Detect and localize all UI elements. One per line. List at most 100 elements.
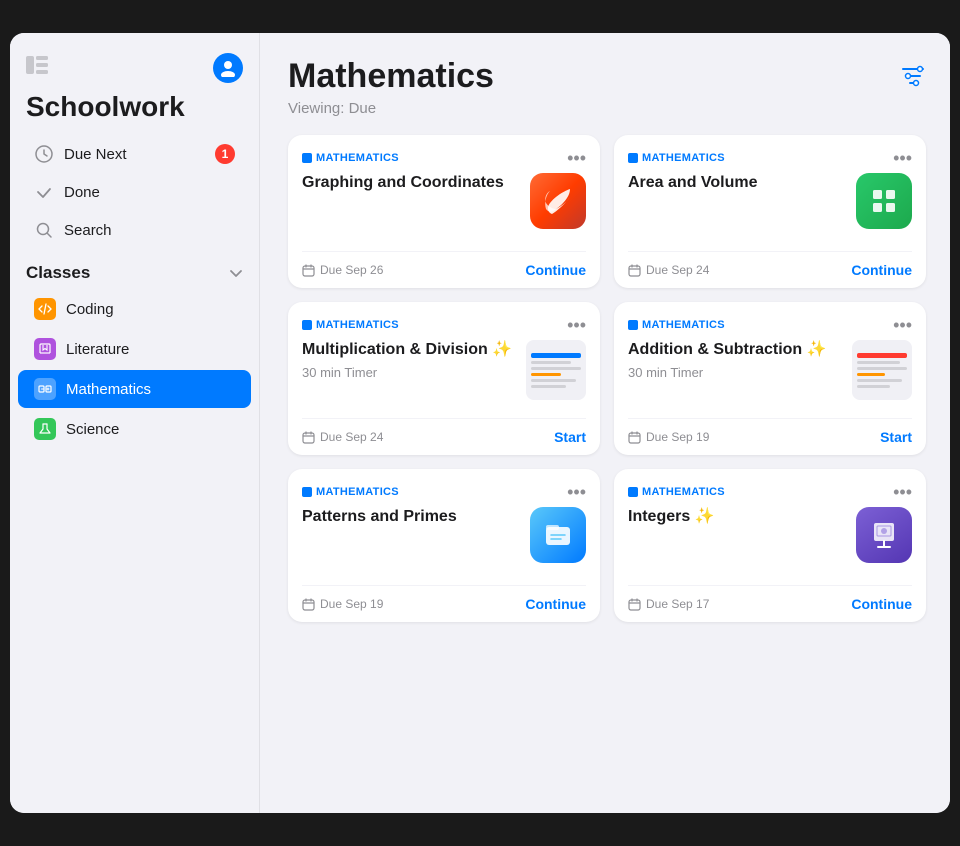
mathematics-subject-icon4	[628, 320, 638, 330]
card-multiplication-footer: Due Sep 24 Start	[302, 418, 586, 445]
nav-item-done[interactable]: Done	[18, 174, 251, 210]
card-patterns-more-button[interactable]: •••	[567, 483, 586, 501]
classes-section-title: Classes	[26, 263, 90, 283]
coding-label: Coding	[66, 301, 114, 318]
clock-icon	[34, 144, 54, 164]
sidebar-item-literature[interactable]: Literature	[18, 330, 251, 368]
card-patterns-info: Patterns and Primes	[302, 507, 520, 532]
card-integers-body: Integers ✨	[628, 507, 912, 575]
mathematics-subject-icon6	[628, 487, 638, 497]
calendar-icon4	[628, 431, 641, 444]
done-label: Done	[64, 184, 100, 201]
card-area-volume-body: Area and Volume	[628, 173, 912, 241]
card-area-volume-info: Area and Volume	[628, 173, 846, 198]
calendar-icon5	[302, 598, 315, 611]
card-integers-subject: MATHEMATICS	[628, 486, 725, 498]
main-content: Mathematics Viewing: Due MATHEMATICS	[260, 33, 950, 813]
card-patterns-footer: Due Sep 19 Continue	[302, 585, 586, 612]
mathematics-subject-icon3	[302, 320, 312, 330]
card-patterns-action-button[interactable]: Continue	[525, 596, 586, 612]
filter-button[interactable]	[900, 65, 926, 93]
card-area-volume-footer: Due Sep 24 Continue	[628, 251, 912, 278]
card-integers-header: MATHEMATICS •••	[628, 483, 912, 501]
card-patterns: MATHEMATICS ••• Patterns and Primes	[288, 469, 600, 622]
sidebar-item-mathematics[interactable]: Mathematics	[18, 370, 251, 408]
card-addition-title: Addition & Subtraction ✨	[628, 340, 842, 361]
card-integers-info: Integers ✨	[628, 507, 846, 532]
mathematics-label: Mathematics	[66, 381, 151, 398]
card-addition-subject: MATHEMATICS	[628, 319, 725, 331]
calendar-icon	[302, 264, 315, 277]
sidebar: Schoolwork Due Next 1 Done	[10, 33, 260, 813]
card-patterns-header: MATHEMATICS •••	[302, 483, 586, 501]
card-area-volume: MATHEMATICS ••• Area and Volume	[614, 135, 926, 288]
card-integers-due: Due Sep 17	[628, 597, 709, 611]
science-label: Science	[66, 421, 119, 438]
multiplication-thumbnail	[526, 340, 586, 400]
cards-grid: MATHEMATICS ••• Graphing and Coordinates	[288, 135, 926, 622]
sidebar-header	[10, 53, 259, 91]
card-multiplication-subtitle: 30 min Timer	[302, 365, 516, 380]
classes-section-header: Classes	[10, 249, 259, 289]
calendar-icon3	[302, 431, 315, 444]
card-area-volume-action-button[interactable]: Continue	[851, 262, 912, 278]
card-addition-info: Addition & Subtraction ✨ 30 min Timer	[628, 340, 842, 380]
card-integers-title: Integers ✨	[628, 507, 846, 528]
card-area-volume-due: Due Sep 24	[628, 263, 709, 277]
card-integers-footer: Due Sep 17 Continue	[628, 585, 912, 612]
card-integers-action-button[interactable]: Continue	[851, 596, 912, 612]
chevron-down-icon[interactable]	[229, 266, 243, 281]
sidebar-item-science[interactable]: Science	[18, 410, 251, 448]
card-addition-more-button[interactable]: •••	[893, 316, 912, 334]
card-area-volume-header: MATHEMATICS •••	[628, 149, 912, 167]
card-multiplication: MATHEMATICS ••• Multiplication & Divisio…	[288, 302, 600, 455]
card-addition-action-button[interactable]: Start	[880, 429, 912, 445]
card-patterns-title: Patterns and Primes	[302, 507, 520, 528]
card-graphing-action-button[interactable]: Continue	[525, 262, 586, 278]
due-next-badge: 1	[215, 144, 235, 164]
calendar-icon2	[628, 264, 641, 277]
card-multiplication-body: Multiplication & Division ✨ 30 min Timer	[302, 340, 586, 408]
card-graphing-info: Graphing and Coordinates	[302, 173, 520, 198]
card-graphing-header: MATHEMATICS •••	[302, 149, 586, 167]
card-addition-header: MATHEMATICS •••	[628, 316, 912, 334]
card-patterns-body: Patterns and Primes	[302, 507, 586, 575]
calendar-icon6	[628, 598, 641, 611]
user-profile-button[interactable]	[213, 53, 243, 83]
card-area-volume-title: Area and Volume	[628, 173, 846, 194]
card-multiplication-due: Due Sep 24	[302, 430, 383, 444]
card-area-volume-subject: MATHEMATICS	[628, 152, 725, 164]
nav-item-due-next[interactable]: Due Next 1	[18, 136, 251, 172]
card-area-volume-more-button[interactable]: •••	[893, 149, 912, 167]
viewing-label: Viewing: Due	[288, 100, 926, 117]
numbers-app-icon	[856, 173, 912, 229]
literature-class-icon	[34, 338, 56, 360]
literature-label: Literature	[66, 341, 129, 358]
card-graphing-more-button[interactable]: •••	[567, 149, 586, 167]
addition-thumbnail	[852, 340, 912, 400]
card-addition: MATHEMATICS ••• Addition & Subtraction ✨…	[614, 302, 926, 455]
card-multiplication-more-button[interactable]: •••	[567, 316, 586, 334]
card-graphing-subject: MATHEMATICS	[302, 152, 399, 164]
card-integers-more-button[interactable]: •••	[893, 483, 912, 501]
card-multiplication-subject: MATHEMATICS	[302, 319, 399, 331]
card-addition-subtitle: 30 min Timer	[628, 365, 842, 380]
swift-app-icon	[530, 173, 586, 229]
main-header: Mathematics	[288, 57, 926, 96]
card-graphing-due: Due Sep 26	[302, 263, 383, 277]
card-multiplication-header: MATHEMATICS •••	[302, 316, 586, 334]
due-next-label: Due Next	[64, 146, 127, 163]
sidebar-item-coding[interactable]: Coding	[18, 290, 251, 328]
keynote-app-icon	[856, 507, 912, 563]
mathematics-subject-icon	[302, 153, 312, 163]
search-label: Search	[64, 222, 112, 239]
nav-item-search[interactable]: Search	[18, 212, 251, 248]
card-graphing: MATHEMATICS ••• Graphing and Coordinates	[288, 135, 600, 288]
mathematics-subject-icon2	[628, 153, 638, 163]
card-multiplication-action-button[interactable]: Start	[554, 429, 586, 445]
card-graphing-body: Graphing and Coordinates	[302, 173, 586, 241]
card-multiplication-title: Multiplication & Division ✨	[302, 340, 516, 361]
checkmark-icon	[34, 182, 54, 202]
sidebar-toggle-button[interactable]	[26, 56, 48, 80]
coding-class-icon	[34, 298, 56, 320]
